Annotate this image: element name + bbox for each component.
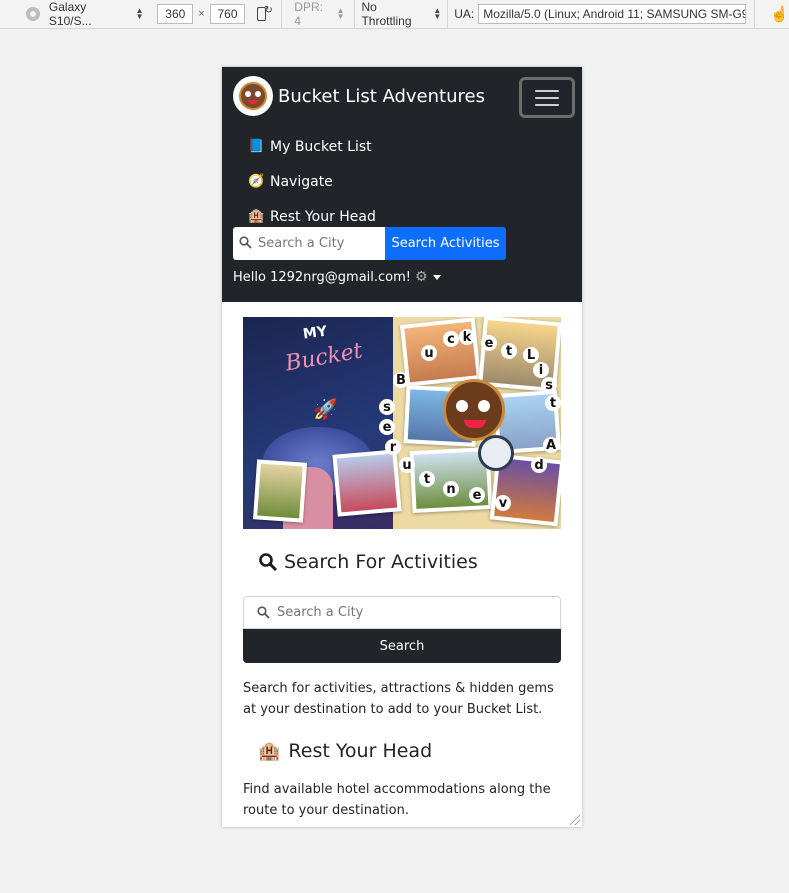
select-arrows-icon: ▲ ▼ [336,6,345,21]
mobile-viewport: Bucket List Adventures 📘 My Bucket List … [222,67,582,827]
hotel-icon: 🏨 [258,740,281,762]
rest-heading: 🏨 Rest Your Head [258,740,432,762]
nav-links: 📘 My Bucket List 🧭 Navigate 🏨 Rest Your … [248,129,376,234]
touch-icon[interactable]: ☝ [770,5,789,23]
hero-letter: e [469,487,485,503]
navbar-search: Search a City Search Activities [233,227,506,260]
hero-letter: u [399,457,415,473]
hotel-icon: 🏨 [248,209,265,224]
divider [754,0,756,29]
user-agent-input[interactable]: Mozilla/5.0 (Linux; Android 11; SAMSUNG … [478,4,747,24]
hero-letter: t [545,395,561,411]
width-input[interactable]: 360 [157,4,194,24]
nav-item-label: Navigate [270,173,333,190]
search-icon [259,553,278,572]
height-input[interactable]: 760 [209,4,246,24]
user-greeting: Hello 1292nrg@gmail.com! [233,269,411,285]
dimension-separator: × [198,8,205,20]
hero-letter: t [419,471,435,487]
throttling-select[interactable]: No Throttling ▲ ▼ [361,0,441,28]
gear-icon: ⚙ [415,269,428,285]
resize-handle[interactable] [570,815,580,825]
hero-letter: k [459,329,475,345]
hero-letter: v [495,495,511,511]
hero-letter: d [531,457,547,473]
hamburger-line [535,103,559,106]
navbar-search-placeholder: Search a City [258,236,345,251]
hero-letter: s [541,377,557,393]
nav-item-label: Rest Your Head [270,208,376,225]
hero-letter: n [443,481,459,497]
throttling-value: No Throttling [361,0,412,28]
brand-logo [233,76,273,116]
hero-letter: L [523,347,539,363]
nav-item-my-bucket-list[interactable]: 📘 My Bucket List [248,129,376,164]
compass-icon: 🧭 [248,174,265,189]
hero-letter: c [443,331,459,347]
navbar-search-input[interactable]: Search a City [233,227,385,260]
search-activities-button[interactable]: Search Activities [385,227,506,260]
hero-letter: A [543,437,559,453]
select-arrows-icon: ▲ ▼ [433,6,442,21]
divider [281,0,283,29]
device-select[interactable]: Galaxy S10/S... ▲ ▼ [49,0,144,28]
dpr-value: DPR: 4 [294,0,323,28]
caret-down-icon [432,274,441,280]
hero-letter: u [421,345,437,361]
hamburger-line [535,89,559,92]
search-description: Search for activities, attractions & hid… [243,681,554,717]
navbar: Bucket List Adventures 📘 My Bucket List … [222,67,582,302]
hero-title-my: MY [302,323,329,343]
nav-item-label: My Bucket List [270,138,372,155]
brand-title: Bucket List Adventures [278,85,485,107]
brand[interactable]: Bucket List Adventures [233,76,485,116]
device-name: Galaxy S10/S... [48,0,92,28]
city-search-placeholder: Search a City [277,605,364,620]
nav-item-navigate[interactable]: 🧭 Navigate [248,164,376,199]
hero-collage-image: MY Bucket 🚀 B u c k e t L i s t A d v e … [243,317,561,529]
search-heading-text: Search For Activities [284,551,478,573]
compass-icon [478,435,514,471]
city-search-input[interactable]: Search a City [243,596,561,629]
rest-description: Find available hotel accommodations alon… [243,782,551,818]
collage-photo [252,459,308,523]
hamburger-line [535,96,559,99]
mascot-icon [239,82,267,110]
dpr-select[interactable]: DPR: 4 ▲ ▼ [294,0,344,28]
rotate-icon[interactable] [255,5,273,22]
divider [447,0,449,29]
mascot-icon [443,379,505,441]
hero-letter: B [393,372,409,388]
search-icon [239,236,252,249]
select-arrows-icon: ▲ ▼ [135,6,144,21]
collage-photo [399,317,482,387]
device-toolbar: Galaxy S10/S... ▲▼ 360 × 760 DPR: 4 ▲▼ N… [0,0,789,29]
hero-letter: s [379,399,395,415]
search-icon [257,606,270,619]
rocket-icon: 🚀 [313,397,338,421]
device-icon [26,7,40,21]
collage-photo [332,449,402,517]
hero-letter: e [481,335,497,351]
hero-letter: e [379,419,395,435]
divider [354,0,356,29]
search-heading: Search For Activities [258,551,478,573]
menu-toggle-button[interactable] [519,77,575,118]
hero-letter: i [533,362,549,378]
book-icon: 📘 [248,139,265,154]
rest-heading-text: Rest Your Head [288,740,433,762]
user-menu-toggle[interactable]: Hello 1292nrg@gmail.com! ⚙ [233,269,441,285]
hero-letter: t [501,343,517,359]
hero-letter: r [385,439,401,455]
search-button[interactable]: Search [243,629,561,663]
ua-label: UA: [454,7,475,21]
